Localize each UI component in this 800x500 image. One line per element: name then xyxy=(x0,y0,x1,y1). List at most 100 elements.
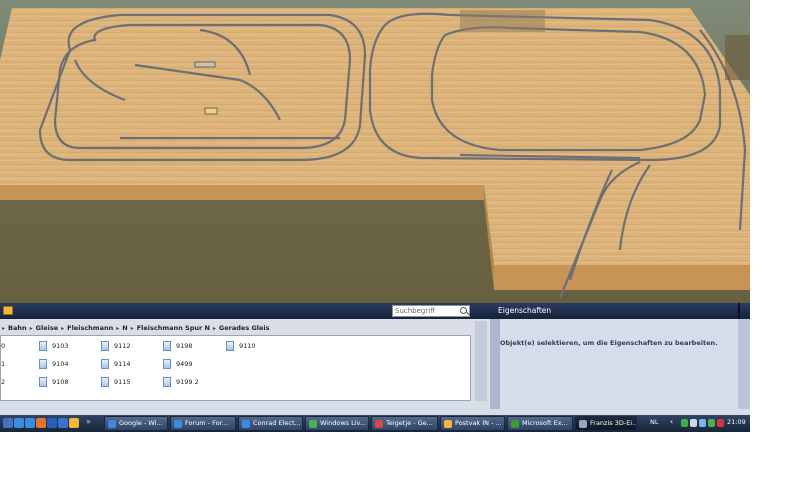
track-piece-icon xyxy=(163,359,171,369)
taskbar-button-label: Google - Wi... xyxy=(119,419,163,427)
properties-scrollbar[interactable] xyxy=(738,319,750,409)
catalog-item-label: 9499 xyxy=(176,360,193,368)
breadcrumb-item[interactable]: Fleischmann Spur N xyxy=(137,324,210,332)
track-piece-icon xyxy=(39,377,47,387)
taskbar-button[interactable]: Windows Liv... xyxy=(305,416,369,431)
outlook-icon[interactable] xyxy=(58,418,68,428)
locomotive-2[interactable] xyxy=(204,107,218,115)
catalog-item-label: 0 xyxy=(1,342,6,350)
breadcrumb-item[interactable]: Gerades Gleis xyxy=(219,324,270,332)
table-edge-extension xyxy=(494,265,750,290)
breadcrumb-separator-icon: ▸ xyxy=(2,325,6,332)
antivirus-icon[interactable] xyxy=(717,419,724,427)
catalog-scrollbar[interactable] xyxy=(475,321,487,401)
clock[interactable]: 21:09 xyxy=(727,418,746,426)
taskbar-button-label: Teigetje - Ge... xyxy=(386,419,433,427)
properties-side-strip xyxy=(490,319,500,409)
taskbar-button[interactable]: Teigetje - Ge... xyxy=(371,416,438,431)
taskbar-button[interactable]: Conrad Elect... xyxy=(238,416,303,431)
track-piece-icon xyxy=(39,359,47,369)
tray-expand-icon[interactable]: ‹ xyxy=(670,417,673,426)
catalog-header: Suchbegriff xyxy=(0,303,490,319)
track-piece-icon xyxy=(226,341,234,351)
chevron-icon[interactable]: » xyxy=(86,417,91,426)
breadcrumb-separator-icon: ▸ xyxy=(29,325,33,332)
catalog-item-list: 0 1 2 9103 9104 9108 9112 9114 9115 9198 9499 9199 … xyxy=(0,335,471,401)
layout-scene[interactable] xyxy=(0,0,750,303)
firefox-icon[interactable] xyxy=(36,418,46,428)
locomotive-1[interactable] xyxy=(194,61,216,68)
messenger-icon[interactable] xyxy=(708,419,715,427)
catalog-item-label: 1 xyxy=(1,360,6,368)
taskbar-button-label: Microsoft Ex... xyxy=(522,419,568,427)
folder-icon[interactable] xyxy=(3,306,13,315)
breadcrumb-item[interactable]: Gleise xyxy=(36,324,58,332)
catalog-item-label: 9114 xyxy=(114,360,131,368)
catalog-item-label: 9115 xyxy=(114,378,131,386)
catalog-item[interactable]: 2 xyxy=(1,376,5,388)
language-indicator[interactable]: NL xyxy=(650,418,658,426)
catalog-item[interactable]: 9199 2 xyxy=(163,376,199,388)
catalog-item[interactable]: 9112 xyxy=(101,340,131,352)
folder-icon[interactable] xyxy=(69,418,79,428)
breadcrumb-separator-icon: ▸ xyxy=(130,325,134,332)
track-piece-icon xyxy=(101,377,109,387)
catalog-item[interactable]: 1 xyxy=(1,358,5,370)
taskbar-button[interactable]: Google - Wi... xyxy=(104,416,168,431)
media-player-icon[interactable] xyxy=(3,418,13,428)
breadcrumb-item[interactable]: N xyxy=(122,324,127,332)
breadcrumb-item[interactable]: Bahn xyxy=(8,324,27,332)
ie-icon[interactable] xyxy=(25,418,35,428)
ie-icon xyxy=(174,420,182,428)
properties-title: Eigenschaften xyxy=(490,303,750,319)
taskbar-button-label: Conrad Elect... xyxy=(253,419,301,427)
track-piece-icon xyxy=(101,359,109,369)
trees-right xyxy=(725,35,750,80)
search-input[interactable]: Suchbegriff xyxy=(392,305,470,317)
catalog-item[interactable]: 9198 xyxy=(163,340,193,352)
catalog-item[interactable]: 0 xyxy=(1,340,5,352)
taskbar-button[interactable]: Forum - For... xyxy=(170,416,236,431)
properties-message: Objekt(e) selektieren, um die Eigenschaf… xyxy=(500,339,718,347)
properties-body: Objekt(e) selektieren, um die Eigenschaf… xyxy=(500,319,738,409)
taskbar-button[interactable]: Postvak IN - ... xyxy=(440,416,505,431)
catalog-item[interactable]: 9104 xyxy=(39,358,69,370)
catalog-item-label: 2 xyxy=(1,378,6,386)
taskbar-button-label: Windows Liv... xyxy=(320,419,367,427)
catalog-item[interactable]: 9114 xyxy=(101,358,131,370)
taskbar-button[interactable]: Franzis 3D-Ei... xyxy=(575,416,637,431)
taskbar-button-label: Forum - For... xyxy=(185,419,228,427)
ie-icon[interactable] xyxy=(14,418,24,428)
track-piece-icon xyxy=(163,341,171,351)
catalog-item[interactable]: 9108 xyxy=(39,376,69,388)
header-divider xyxy=(738,303,740,319)
catalog-item[interactable]: 9103 xyxy=(39,340,69,352)
properties-panel: Eigenschaften Objekt(e) selektieren, um … xyxy=(490,303,750,415)
search-icon[interactable] xyxy=(460,307,467,314)
messenger-icon xyxy=(309,420,317,428)
word-icon[interactable] xyxy=(47,418,57,428)
catalog-item-label: 9104 xyxy=(52,360,69,368)
catalog-item-label: 9108 xyxy=(52,378,69,386)
ie-icon xyxy=(108,420,116,428)
taskbar: » Google - Wi... Forum - For... Conrad Ele… xyxy=(0,415,750,432)
catalog-item[interactable]: 9110 xyxy=(226,340,256,352)
breadcrumb-item[interactable]: Fleischmann xyxy=(67,324,113,332)
ie-icon xyxy=(242,420,250,428)
shield-icon[interactable] xyxy=(681,419,688,427)
track-piece-icon xyxy=(101,341,109,351)
speaker-icon[interactable] xyxy=(690,419,697,427)
outlook-icon xyxy=(444,420,452,428)
taskbar-button[interactable]: Microsoft Ex... xyxy=(507,416,573,431)
catalog-item[interactable]: 9115 xyxy=(101,376,131,388)
catalog-item-label: 9112 xyxy=(114,342,131,350)
catalog-item[interactable]: 9499 xyxy=(163,358,193,370)
catalog-item-label: 9198 xyxy=(176,342,193,350)
search-placeholder: Suchbegriff xyxy=(395,307,436,315)
buildings-strip xyxy=(460,10,545,32)
table-edge-front xyxy=(0,185,484,200)
excel-icon xyxy=(511,420,519,428)
network-icon[interactable] xyxy=(699,419,706,427)
3d-viewport[interactable] xyxy=(0,0,750,303)
breadcrumb-separator-icon: ▸ xyxy=(116,325,120,332)
